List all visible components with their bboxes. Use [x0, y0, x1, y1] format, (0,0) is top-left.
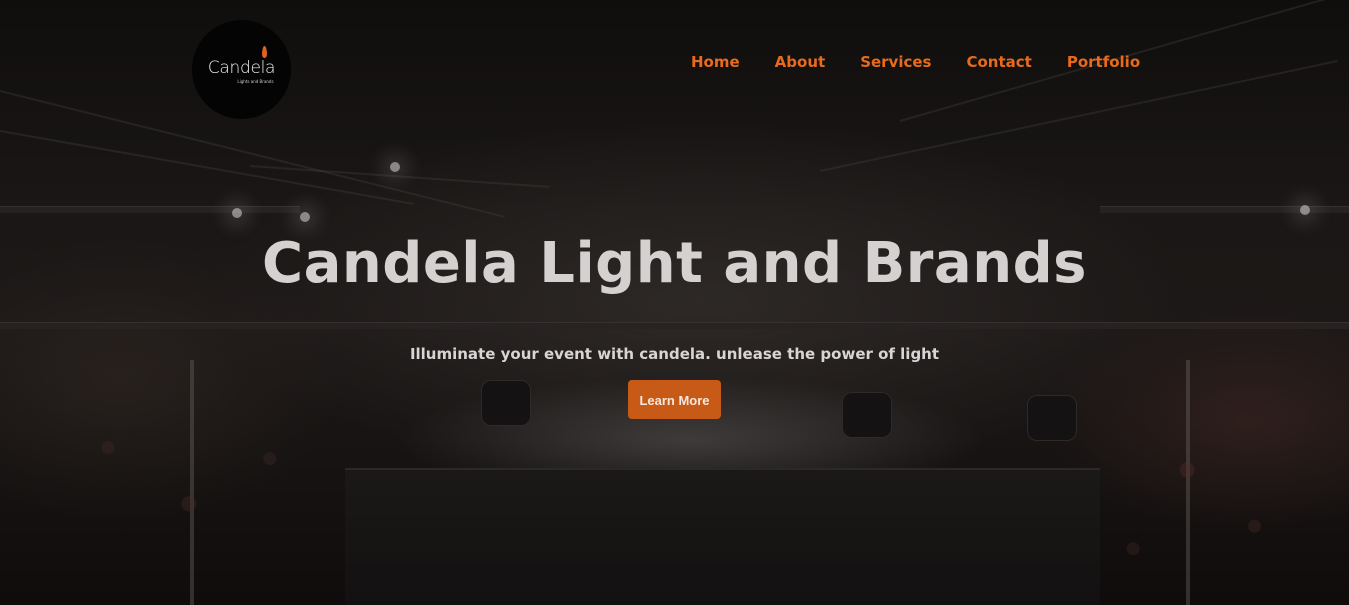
nav-portfolio[interactable]: Portfolio — [1067, 52, 1140, 72]
nav-services[interactable]: Services — [860, 52, 931, 72]
logo[interactable]: Candela Lights and Brands — [192, 20, 291, 119]
nav-about[interactable]: About — [775, 52, 826, 72]
hero-subtitle: Illuminate your event with candela. unle… — [409, 345, 940, 363]
logo-name: Candela — [207, 58, 276, 78]
hero-section: Candela Lights and Brands Home About Ser… — [0, 0, 1349, 605]
hero-title: Candela Light and Brands — [261, 231, 1087, 296]
learn-more-button[interactable]: Learn More — [628, 380, 721, 419]
main-nav: Home About Services Contact Portfolio — [691, 52, 1140, 72]
nav-home[interactable]: Home — [691, 52, 740, 72]
stage-platform — [345, 468, 1100, 605]
flame-icon — [262, 46, 267, 58]
nav-contact[interactable]: Contact — [966, 52, 1031, 72]
logo-tagline: Lights and Brands — [237, 79, 274, 84]
